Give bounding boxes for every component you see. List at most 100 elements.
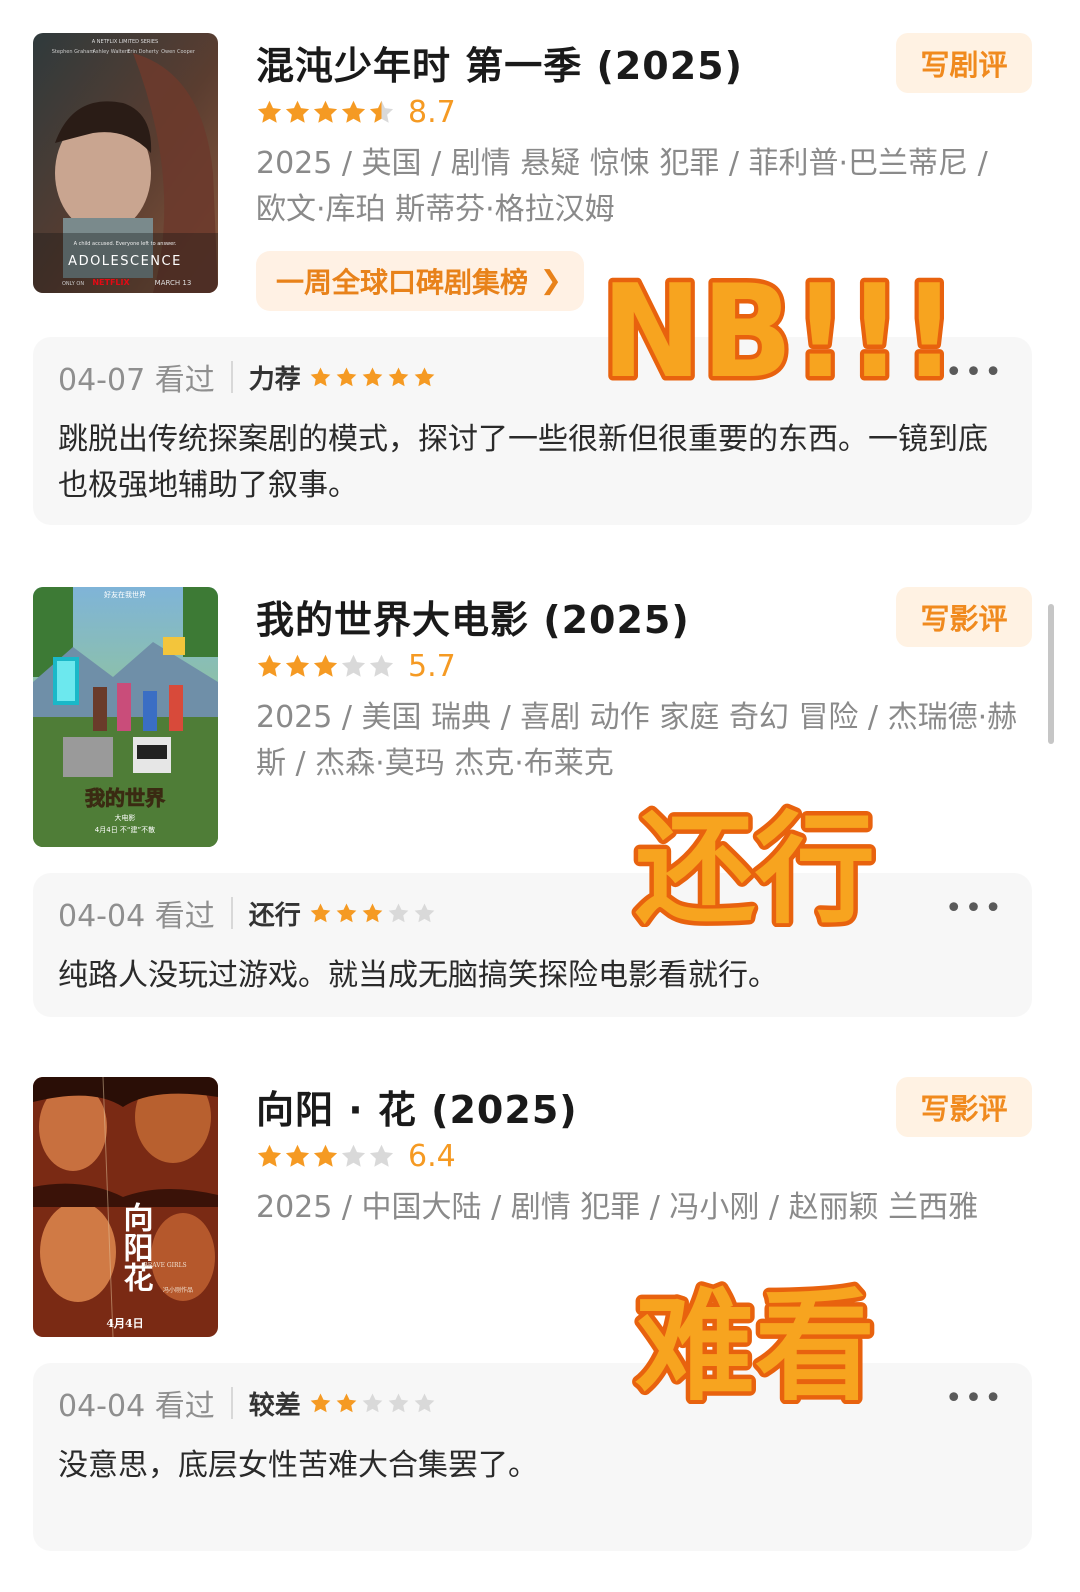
poster-top-line: A NETFLIX LIMITED SERIES xyxy=(92,39,158,45)
poster-minecraft[interactable]: 好友在我世界 我的世界 大电影 4月4日 不“建”不散 xyxy=(33,587,218,847)
poster-cast-name: Owen Cooper xyxy=(161,49,196,55)
poster-english-title: BRAVE GIRLS xyxy=(143,1262,186,1269)
poster-cast-name: Erin Doherty xyxy=(127,49,159,55)
write-review-button[interactable]: 写影评 xyxy=(896,587,1032,647)
review-verdict: 力荐 xyxy=(248,364,301,395)
star-filled-icon xyxy=(257,654,282,677)
rating-score: 6.4 xyxy=(408,1138,456,1174)
watched-date: 04-07 看过 xyxy=(58,363,215,398)
star-filled-icon xyxy=(310,1392,331,1412)
star-filled-icon xyxy=(313,1144,338,1167)
ranking-tag-label: 一周全球口碑剧集榜 xyxy=(276,266,529,299)
chevron-right-icon: ❯ xyxy=(540,266,562,296)
media-meta: 2025 / 美国 瑞典 / 喜剧 动作 家庭 奇幻 冒险 / 杰瑞德·赫斯 /… xyxy=(256,700,1018,781)
poster-netflix-logo: NETFLIX xyxy=(92,278,130,287)
star-filled-icon xyxy=(388,366,409,386)
user-review-card: 04-07 看过 力荐 ••• 跳脱出传统探案剧的模式，探讨了一些很新但很重要的… xyxy=(33,337,1032,525)
watched-date: 04-04 看过 xyxy=(58,899,215,934)
rating-score: 5.7 xyxy=(408,648,456,684)
poster-image: 向阳花 BRAVE GIRLS 冯小刚作品 4月4日 xyxy=(33,1077,218,1337)
more-dots-icon[interactable]: ••• xyxy=(945,891,1004,926)
user-review-card: 04-04 看过 还行 ••• 纯路人没玩过游戏。就当成无脑搞笑探险电影看就行。 xyxy=(33,873,1032,1017)
star-filled-icon xyxy=(414,366,435,386)
star-half-icon xyxy=(369,100,394,123)
poster-cast-name: Stephen Graham xyxy=(52,49,95,55)
media-meta: 2025 / 中国大陆 / 剧情 犯罪 / 冯小刚 / 赵丽颖 兰西雅 xyxy=(256,1190,979,1225)
review-text: 纯路人没玩过游戏。就当成无脑搞笑探险电影看就行。 xyxy=(58,958,778,993)
poster-title: ADOLESCENCE xyxy=(68,254,182,269)
media-title[interactable]: 混沌少年时 第一季 (2025) xyxy=(256,35,743,90)
star-empty-icon xyxy=(388,902,409,922)
star-filled-icon xyxy=(336,1392,357,1412)
star-filled-icon xyxy=(285,1144,310,1167)
poster-only-on: ONLY ON xyxy=(62,281,84,287)
divider xyxy=(230,1387,233,1419)
rating-score: 8.7 xyxy=(408,94,456,130)
media-meta: 2025 / 英国 / 剧情 悬疑 惊悚 犯罪 / 菲利普·巴兰蒂尼 / 欧文·… xyxy=(256,146,988,227)
poster-subtitle: 大电影 xyxy=(115,813,136,822)
review-text: 跳脱出传统探案剧的模式，探讨了一些很新但很重要的东西。一镜到底也极强地辅助了叙事… xyxy=(58,422,988,503)
media-title[interactable]: 我的世界大电影 (2025) xyxy=(256,589,690,644)
star-empty-icon xyxy=(414,1392,435,1412)
review-verdict: 还行 xyxy=(248,900,301,931)
star-filled-icon xyxy=(310,366,331,386)
star-filled-icon xyxy=(257,100,282,123)
star-empty-icon xyxy=(414,902,435,922)
user-rating-stars xyxy=(309,366,439,389)
rating-row: 5.7 xyxy=(256,648,456,684)
poster-image: 好友在我世界 我的世界 大电影 4月4日 不“建”不散 xyxy=(33,587,218,847)
star-empty-icon xyxy=(362,1392,383,1412)
star-filled-icon xyxy=(362,366,383,386)
star-filled-icon xyxy=(336,366,357,386)
star-empty-icon xyxy=(369,654,394,677)
poster-cast-name: Ashley Walters xyxy=(93,49,130,55)
media-title[interactable]: 向阳 · 花 (2025) xyxy=(256,1079,578,1134)
review-header: 04-04 看过 较差 xyxy=(58,1383,439,1424)
write-review-button[interactable]: 写影评 xyxy=(896,1077,1032,1137)
more-dots-icon[interactable]: ••• xyxy=(945,1381,1004,1416)
user-review-card: 04-04 看过 较差 ••• 没意思，底层女性苦难大合集罢了。 xyxy=(33,1363,1032,1551)
watched-date: 04-04 看过 xyxy=(58,1389,215,1424)
star-filled-icon xyxy=(257,1144,282,1167)
scrollbar[interactable] xyxy=(1048,604,1054,744)
star-filled-icon xyxy=(313,654,338,677)
review-text: 没意思，底层女性苦难大合集罢了。 xyxy=(58,1448,538,1483)
star-filled-icon xyxy=(310,902,331,922)
poster-date: 4月4日 不“建”不散 xyxy=(95,825,155,834)
star-empty-icon xyxy=(341,654,366,677)
poster-top-line: 好友在我世界 xyxy=(104,590,146,599)
poster-adolescence[interactable]: A NETFLIX LIMITED SERIES Stephen Graham … xyxy=(33,33,218,293)
rating-stars xyxy=(256,653,396,680)
poster-title: 向阳花 xyxy=(118,1202,154,1292)
user-rating-stars xyxy=(309,1392,439,1415)
poster-image: A NETFLIX LIMITED SERIES Stephen Graham … xyxy=(33,33,218,293)
rating-stars xyxy=(256,1143,396,1170)
star-filled-icon xyxy=(336,902,357,922)
ranking-tag-link[interactable]: 一周全球口碑剧集榜 ❯ xyxy=(256,251,584,311)
review-header: 04-04 看过 还行 xyxy=(58,893,439,934)
poster-date: MARCH 13 xyxy=(155,279,192,287)
star-filled-icon xyxy=(285,654,310,677)
rating-row: 6.4 xyxy=(256,1138,456,1174)
star-filled-icon xyxy=(341,100,366,123)
poster-tagline: A child accused. Everyone left to answer… xyxy=(74,241,177,247)
rating-row: 8.7 xyxy=(256,94,456,130)
poster-director: 冯小刚作品 xyxy=(163,1286,193,1294)
star-filled-icon xyxy=(285,100,310,123)
divider xyxy=(230,897,233,929)
write-review-button[interactable]: 写剧评 xyxy=(896,33,1032,93)
star-filled-icon xyxy=(313,100,338,123)
divider xyxy=(230,361,233,393)
more-dots-icon[interactable]: ••• xyxy=(945,355,1004,390)
poster-xiangyanghua[interactable]: 向阳花 BRAVE GIRLS 冯小刚作品 4月4日 xyxy=(33,1077,218,1337)
star-empty-icon xyxy=(369,1144,394,1167)
poster-title: 我的世界 xyxy=(85,786,165,810)
user-rating-stars xyxy=(309,902,439,925)
review-verdict: 较差 xyxy=(248,1390,301,1421)
poster-date: 4月4日 xyxy=(106,1317,143,1330)
star-empty-icon xyxy=(341,1144,366,1167)
star-filled-icon xyxy=(362,902,383,922)
star-empty-icon xyxy=(388,1392,409,1412)
rating-stars xyxy=(256,99,396,126)
review-header: 04-07 看过 力荐 xyxy=(58,357,439,398)
